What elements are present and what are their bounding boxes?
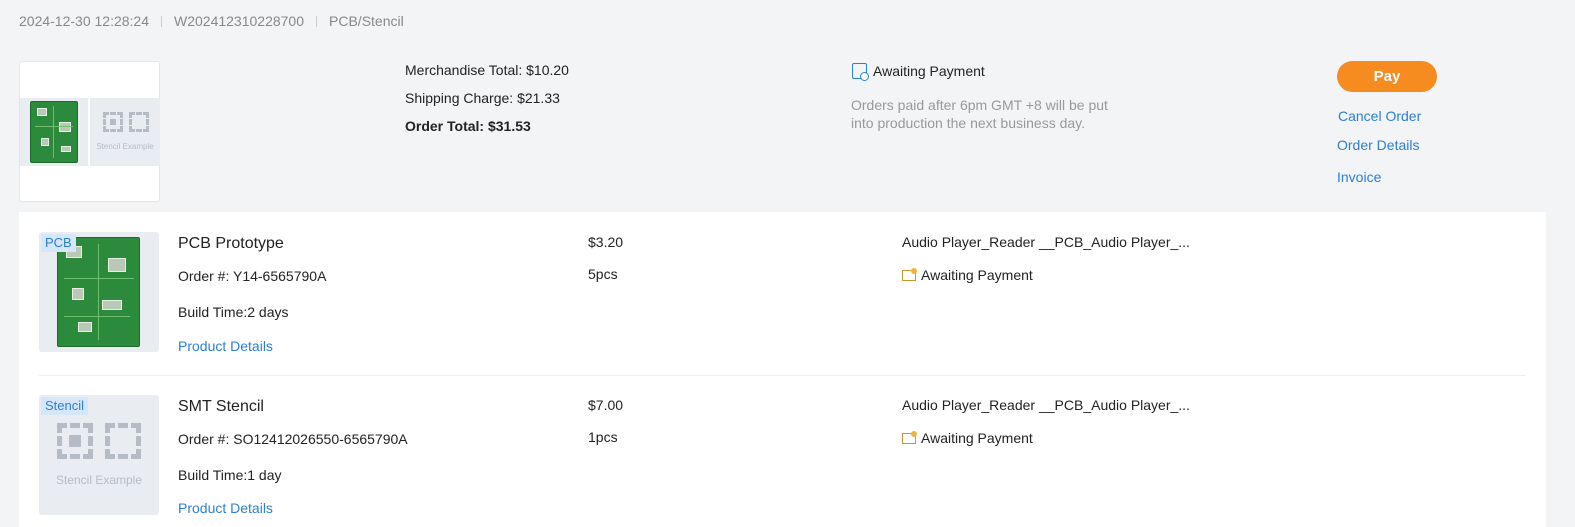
order-total: Order Total: $31.53 bbox=[405, 118, 531, 134]
product-status: Awaiting Payment bbox=[902, 267, 1033, 283]
stencil-icon bbox=[57, 423, 141, 461]
list-item: PCB PCB Prototype Order #: Y14-6565790A … bbox=[39, 232, 1526, 362]
invoice-link[interactable]: Invoice bbox=[1337, 169, 1381, 185]
product-tag: Stencil bbox=[41, 397, 89, 415]
product-details-link[interactable]: Product Details bbox=[178, 338, 273, 354]
order-thumbnail-card[interactable]: Stencil Example bbox=[19, 61, 160, 202]
order-items-panel: PCB PCB Prototype Order #: Y14-6565790A … bbox=[19, 212, 1546, 527]
order-totals: Merchandise Total: $10.20 Shipping Charg… bbox=[405, 62, 569, 146]
payment-pending-icon bbox=[902, 430, 917, 444]
product-details-link[interactable]: Product Details bbox=[178, 500, 273, 516]
pcb-board-image bbox=[30, 101, 78, 163]
production-note: Orders paid after 6pm GMT +8 will be put… bbox=[851, 97, 1108, 131]
divider bbox=[39, 375, 1526, 376]
product-title: SMT Stencil bbox=[178, 398, 264, 415]
product-file-name[interactable]: Audio Player_Reader __PCB_Audio Player_.… bbox=[902, 397, 1190, 413]
product-build-time: Build Time:2 days bbox=[178, 304, 289, 320]
stencil-caption: Stencil Example bbox=[96, 142, 154, 151]
product-order-number: Order #: SO12412026550-6565790A bbox=[178, 431, 408, 447]
product-status-label: Awaiting Payment bbox=[921, 430, 1033, 446]
payment-search-icon bbox=[852, 63, 869, 81]
product-file-name[interactable]: Audio Player_Reader __PCB_Audio Player_.… bbox=[902, 234, 1190, 250]
product-quantity: 1pcs bbox=[588, 429, 618, 445]
divider bbox=[161, 15, 162, 27]
product-build-time: Build Time:1 day bbox=[178, 467, 282, 483]
stencil-caption: Stencil Example bbox=[55, 473, 143, 487]
order-category: PCB/Stencil bbox=[329, 13, 404, 29]
list-item: Stencil Example Stencil SMT Stencil Orde… bbox=[39, 395, 1526, 525]
order-number[interactable]: W202412310228700 bbox=[174, 13, 304, 29]
product-order-number: Order #: Y14-6565790A bbox=[178, 268, 327, 284]
stencil-icon bbox=[103, 112, 149, 136]
product-price: $7.00 bbox=[588, 397, 624, 413]
order-meta: 2024-12-30 12:28:24 W202412310228700 PCB… bbox=[19, 13, 404, 29]
pay-button[interactable]: Pay bbox=[1337, 61, 1437, 92]
order-status: Awaiting Payment bbox=[852, 63, 985, 81]
pcb-thumbnail bbox=[20, 98, 88, 166]
cancel-order-link[interactable]: Cancel Order bbox=[1338, 108, 1421, 124]
divider bbox=[316, 15, 318, 27]
product-status: Awaiting Payment bbox=[902, 430, 1033, 446]
shipping-charge: Shipping Charge: $21.33 bbox=[405, 90, 560, 106]
payment-pending-icon bbox=[902, 267, 917, 281]
order-status-label: Awaiting Payment bbox=[873, 63, 985, 79]
product-price: $3.20 bbox=[588, 234, 624, 250]
stencil-thumbnail: Stencil Example bbox=[90, 98, 160, 166]
order-details-link[interactable]: Order Details bbox=[1337, 137, 1419, 153]
order-datetime: 2024-12-30 12:28:24 bbox=[19, 13, 149, 29]
product-title: PCB Prototype bbox=[178, 235, 284, 252]
product-status-label: Awaiting Payment bbox=[921, 267, 1033, 283]
stencil-product-thumbnail[interactable]: Stencil Example Stencil bbox=[39, 395, 159, 515]
merchandise-total: Merchandise Total: $10.20 bbox=[405, 62, 569, 78]
pcb-product-thumbnail[interactable]: PCB bbox=[39, 232, 159, 352]
pcb-board-image bbox=[57, 237, 140, 347]
product-tag: PCB bbox=[41, 234, 76, 252]
product-quantity: 5pcs bbox=[588, 266, 618, 282]
